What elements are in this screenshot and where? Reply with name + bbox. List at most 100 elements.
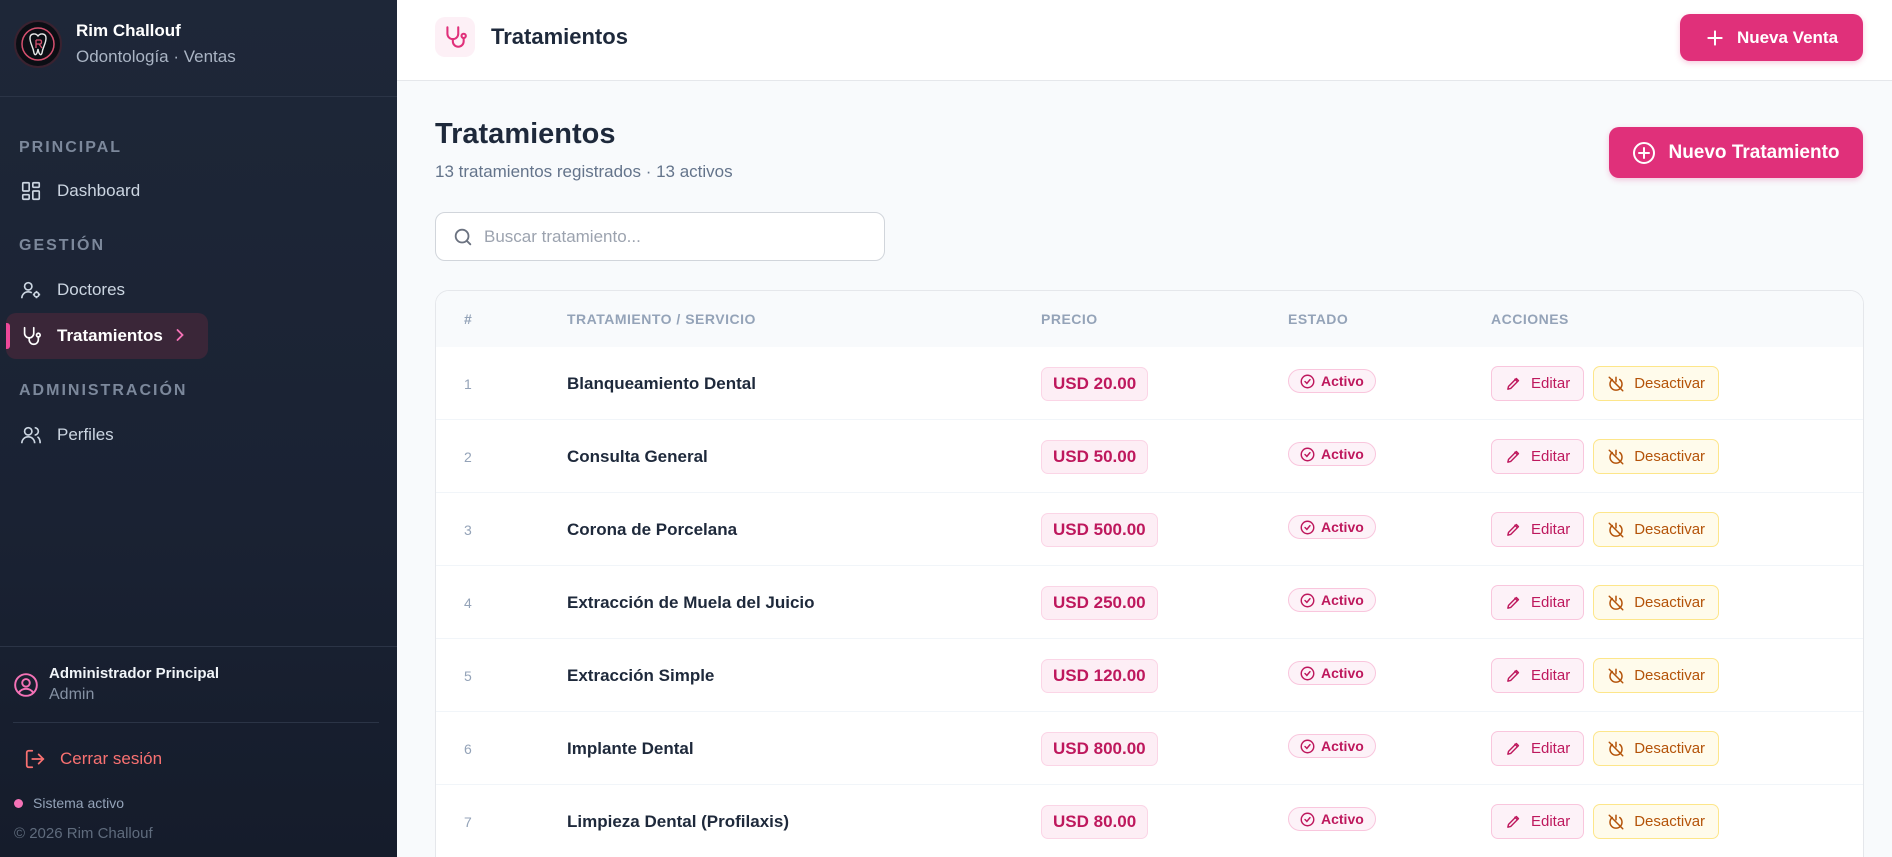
edit-label: Editar bbox=[1531, 667, 1571, 684]
column-header-price[interactable]: PRECIO bbox=[1041, 311, 1098, 327]
deactivate-button[interactable]: Desactivar bbox=[1593, 731, 1720, 766]
table-header: # TRATAMIENTO / SERVICIO PRECIO ESTADO A… bbox=[436, 291, 1863, 347]
search-box[interactable] bbox=[435, 212, 885, 261]
row-number: 7 bbox=[464, 813, 472, 830]
pencil-icon bbox=[1505, 375, 1522, 392]
edit-button[interactable]: Editar bbox=[1491, 366, 1585, 401]
price-cell: USD 80.00 bbox=[1041, 785, 1149, 857]
edit-button[interactable]: Editar bbox=[1491, 585, 1585, 620]
table-row[interactable]: 4 Extracción de Muela del Juicio USD 250… bbox=[436, 566, 1863, 639]
deactivate-button[interactable]: Desactivar bbox=[1593, 366, 1720, 401]
new-sale-label: Nueva Venta bbox=[1736, 27, 1839, 47]
check-circle-icon bbox=[1300, 374, 1315, 389]
check-circle-icon bbox=[1300, 812, 1315, 827]
status-text: Activo bbox=[1321, 811, 1364, 827]
brand[interactable]: Rim Challouf Odontología · Ventas bbox=[14, 20, 236, 68]
power-off-icon bbox=[1607, 375, 1625, 393]
new-treatment-button[interactable]: Nuevo Tratamiento bbox=[1609, 127, 1863, 178]
table-row[interactable]: 1 Blanqueamiento Dental USD 20.00 Activo… bbox=[436, 347, 1863, 420]
status-text: Activo bbox=[1321, 592, 1364, 608]
status-text: Activo bbox=[1321, 519, 1364, 535]
edit-button[interactable]: Editar bbox=[1491, 804, 1585, 839]
sidebar-item-perfiles[interactable]: Perfiles bbox=[6, 412, 208, 458]
price-badge: USD 800.00 bbox=[1041, 731, 1158, 766]
treatments-table: # TRATAMIENTO / SERVICIO PRECIO ESTADO A… bbox=[435, 290, 1864, 857]
brand-name: Rim Challouf bbox=[76, 21, 181, 40]
check-circle-icon bbox=[1300, 520, 1315, 535]
users-icon bbox=[19, 423, 43, 447]
price-cell: USD 500.00 bbox=[1041, 493, 1158, 566]
state-cell: Activo bbox=[1288, 639, 1376, 712]
treatment-name: Consulta General bbox=[567, 446, 708, 466]
actions-cell: Editar Desactivar bbox=[1491, 347, 1728, 420]
user-name: Administrador Principal bbox=[49, 665, 220, 682]
search-input[interactable] bbox=[484, 226, 874, 247]
deactivate-button[interactable]: Desactivar bbox=[1593, 804, 1720, 839]
sidebar-item-tratamientos[interactable]: Tratamientos bbox=[6, 313, 208, 359]
row-number: 5 bbox=[464, 667, 472, 684]
deactivate-label: Desactivar bbox=[1634, 740, 1706, 757]
pencil-icon bbox=[1505, 667, 1522, 684]
sidebar: Rim Challouf Odontología · Ventas PRINCI… bbox=[0, 0, 397, 857]
table-row[interactable]: 3 Corona de Porcelana USD 500.00 Activo … bbox=[436, 493, 1863, 566]
logout-button[interactable]: Cerrar sesión bbox=[24, 748, 162, 770]
deactivate-button[interactable]: Desactivar bbox=[1593, 585, 1720, 620]
price-cell: USD 50.00 bbox=[1041, 420, 1149, 493]
search-icon bbox=[452, 226, 474, 248]
actions-cell: Editar Desactivar bbox=[1491, 639, 1728, 712]
deactivate-button[interactable]: Desactivar bbox=[1593, 512, 1720, 547]
check-circle-icon bbox=[1300, 666, 1315, 681]
table-row[interactable]: 7 Limpieza Dental (Profilaxis) USD 80.00… bbox=[436, 785, 1863, 857]
edit-button[interactable]: Editar bbox=[1491, 439, 1585, 474]
actions-cell: Editar Desactivar bbox=[1491, 785, 1728, 857]
treatment-name: Blanqueamiento Dental bbox=[567, 373, 756, 393]
user-role: Admin bbox=[49, 686, 95, 703]
stethoscope-icon bbox=[19, 324, 43, 348]
edit-label: Editar bbox=[1531, 813, 1571, 830]
deactivate-button[interactable]: Desactivar bbox=[1593, 658, 1720, 693]
pencil-icon bbox=[1505, 521, 1522, 538]
user-cog-icon bbox=[19, 278, 43, 302]
brand-divider bbox=[0, 96, 397, 97]
state-cell: Activo bbox=[1288, 420, 1376, 493]
edit-label: Editar bbox=[1531, 448, 1571, 465]
price-badge: USD 20.00 bbox=[1041, 366, 1149, 401]
deactivate-button[interactable]: Desactivar bbox=[1593, 439, 1720, 474]
pencil-icon bbox=[1505, 740, 1522, 757]
power-off-icon bbox=[1607, 594, 1625, 612]
table-row[interactable]: 5 Extracción Simple USD 120.00 Activo Ed… bbox=[436, 639, 1863, 712]
status-badge: Activo bbox=[1288, 661, 1376, 685]
system-status: Sistema activo bbox=[14, 795, 124, 811]
treatment-name: Corona de Porcelana bbox=[567, 519, 738, 539]
brand-logo bbox=[14, 20, 62, 68]
sidebar-item-dashboard[interactable]: Dashboard bbox=[6, 168, 208, 214]
topbar: Tratamientos Nueva Venta bbox=[397, 0, 1892, 81]
deactivate-label: Desactivar bbox=[1634, 813, 1706, 830]
table-row[interactable]: 6 Implante Dental USD 800.00 Activo Edit… bbox=[436, 712, 1863, 785]
row-number: 6 bbox=[464, 740, 472, 757]
price-cell: USD 800.00 bbox=[1041, 712, 1158, 785]
price-cell: USD 120.00 bbox=[1041, 639, 1158, 712]
pencil-icon bbox=[1505, 594, 1522, 611]
table-row[interactable]: 2 Consulta General USD 50.00 Activo Edit… bbox=[436, 420, 1863, 493]
column-header-state[interactable]: ESTADO bbox=[1288, 311, 1348, 327]
sidebar-item-doctores[interactable]: Doctores bbox=[6, 267, 208, 313]
status-text: Activo bbox=[1321, 373, 1364, 389]
edit-button[interactable]: Editar bbox=[1491, 731, 1585, 766]
actions-cell: Editar Desactivar bbox=[1491, 566, 1728, 639]
new-sale-button[interactable]: Nueva Venta bbox=[1680, 14, 1863, 61]
row-number: 4 bbox=[464, 594, 472, 611]
user-profile[interactable]: Administrador Principal Admin bbox=[13, 665, 219, 704]
price-badge: USD 500.00 bbox=[1041, 512, 1158, 547]
deactivate-label: Desactivar bbox=[1634, 521, 1706, 538]
price-badge: USD 120.00 bbox=[1041, 658, 1158, 693]
column-header-name[interactable]: TRATAMIENTO / SERVICIO bbox=[567, 311, 756, 327]
nav-section-gestion: GESTIÓN bbox=[19, 237, 106, 254]
edit-button[interactable]: Editar bbox=[1491, 512, 1585, 547]
page-subtitle: 13 tratamientos registrados · 13 activos bbox=[435, 162, 733, 181]
deactivate-label: Desactivar bbox=[1634, 594, 1706, 611]
edit-button[interactable]: Editar bbox=[1491, 658, 1585, 693]
sidebar-item-label: Dashboard bbox=[57, 181, 141, 200]
page-title: Tratamientos bbox=[435, 118, 616, 150]
status-text: Activo bbox=[1321, 446, 1364, 462]
